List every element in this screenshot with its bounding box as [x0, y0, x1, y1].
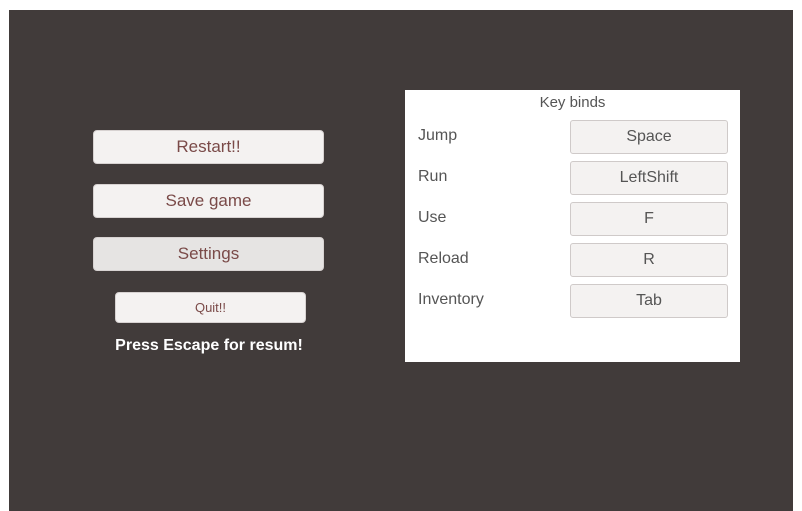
settings-button[interactable]: Settings — [93, 237, 324, 271]
bind-action-label: Run — [418, 168, 448, 185]
bind-row-inventory: Inventory Tab — [405, 284, 740, 318]
key-binds-panel: Key binds Jump Space Run LeftShift Use F… — [405, 90, 740, 362]
bind-row-jump: Jump Space — [405, 120, 740, 154]
pause-screen: Restart!! Save game Settings Quit!! Pres… — [9, 10, 793, 511]
restart-button[interactable]: Restart!! — [93, 130, 324, 164]
save-game-button[interactable]: Save game — [93, 184, 324, 218]
bind-key-button-jump[interactable]: Space — [570, 120, 728, 154]
bind-key-button-run[interactable]: LeftShift — [570, 161, 728, 195]
bind-action-label: Jump — [418, 127, 458, 144]
bind-row-reload: Reload R — [405, 243, 740, 277]
bind-key-button-use[interactable]: F — [570, 202, 728, 236]
key-binds-title: Key binds — [539, 94, 606, 111]
resume-hint: Press Escape for resum! — [115, 337, 303, 354]
bind-key-button-inventory[interactable]: Tab — [570, 284, 728, 318]
bind-action-label: Reload — [418, 250, 469, 267]
quit-button[interactable]: Quit!! — [115, 292, 306, 323]
bind-row-use: Use F — [405, 202, 740, 236]
bind-action-label: Inventory — [418, 291, 484, 308]
bind-action-label: Use — [418, 209, 447, 226]
bind-key-button-reload[interactable]: R — [570, 243, 728, 277]
bind-row-run: Run LeftShift — [405, 161, 740, 195]
